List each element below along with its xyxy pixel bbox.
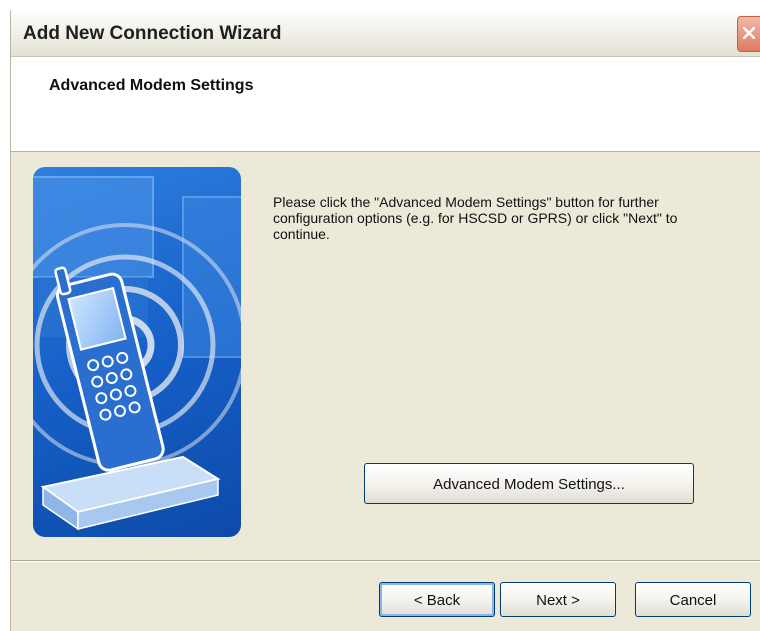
back-button[interactable]: < Back [379,582,495,617]
close-icon[interactable] [737,16,760,52]
cancel-button[interactable]: Cancel [635,582,751,617]
page-title: Advanced Modem Settings [49,77,254,94]
wizard-window: Add New Connection Wizard Advanced Modem… [10,10,760,631]
footer-divider [11,560,760,562]
advanced-modem-settings-button[interactable]: Advanced Modem Settings... [364,463,694,504]
header-panel: Advanced Modem Settings [11,57,760,152]
title-bar[interactable]: Add New Connection Wizard [11,10,760,57]
mobile-phone-signal-illustration [33,167,241,537]
window-title: Add New Connection Wizard [23,23,282,44]
next-button[interactable]: Next > [500,582,616,617]
instructions-text: Please click the "Advanced Modem Setting… [273,194,678,242]
